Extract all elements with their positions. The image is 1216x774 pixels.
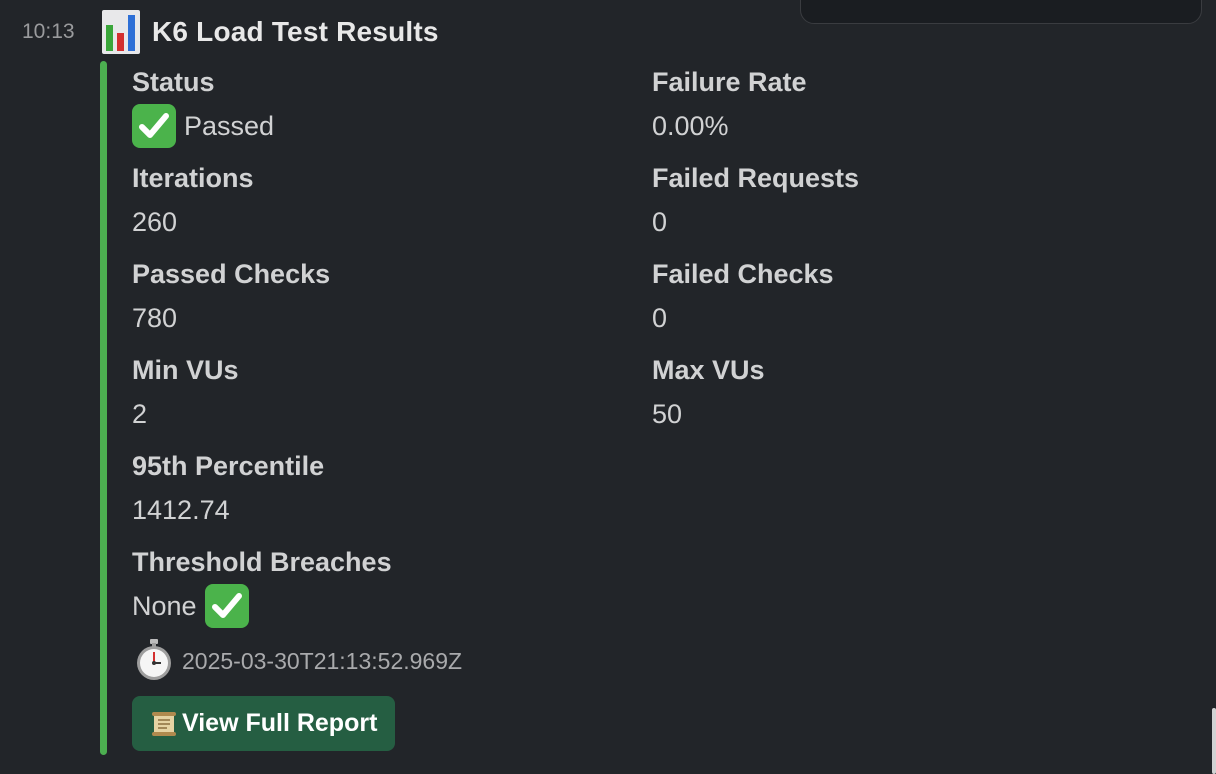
failed-requests-value: 0 [652, 207, 668, 237]
report-timestamp: 2025-03-30T21:13:52.969Z [182, 648, 463, 674]
message-timestamp[interactable]: 10:13 [22, 20, 75, 44]
slack-message-view: 10:13 K6 Load Test Results Status Passed… [0, 0, 1216, 774]
p95-value: 1412.74 [132, 495, 230, 525]
failed-checks-label: Failed Checks [652, 259, 834, 289]
iterations-value: 260 [132, 207, 178, 237]
message-title: K6 Load Test Results [152, 16, 439, 47]
min-vus-label: Min VUs [132, 355, 239, 385]
status-text: Passed [184, 110, 275, 141]
attachment-color-bar [100, 61, 107, 755]
message-input-box[interactable] [800, 0, 1202, 24]
threshold-breaches-value: None [132, 584, 249, 628]
bar-chart-icon [102, 10, 140, 54]
max-vus-label: Max VUs [652, 355, 765, 385]
p95-label: 95th Percentile [132, 451, 325, 481]
max-vus-value: 50 [652, 399, 683, 429]
scroll-icon [150, 710, 178, 738]
status-label: Status [132, 67, 215, 97]
passed-checks-label: Passed Checks [132, 259, 331, 289]
status-value: Passed [132, 104, 274, 148]
view-full-report-button[interactable]: View Full Report [132, 696, 395, 751]
threshold-breaches-text: None [132, 590, 197, 621]
failure-rate-label: Failure Rate [652, 67, 807, 97]
message-header: K6 Load Test Results [102, 6, 439, 58]
scrollbar[interactable] [1212, 708, 1216, 774]
white-check-mark-icon [132, 104, 176, 148]
view-full-report-label: View Full Report [182, 709, 378, 737]
failed-checks-value: 0 [652, 303, 668, 333]
min-vus-value: 2 [132, 399, 148, 429]
failure-rate-value: 0.00% [652, 111, 729, 141]
threshold-breaches-label: Threshold Breaches [132, 547, 392, 577]
stopwatch-icon [133, 638, 175, 682]
passed-checks-value: 780 [132, 303, 178, 333]
failed-requests-label: Failed Requests [652, 163, 860, 193]
white-check-mark-icon [204, 584, 249, 628]
iterations-label: Iterations [132, 163, 254, 193]
